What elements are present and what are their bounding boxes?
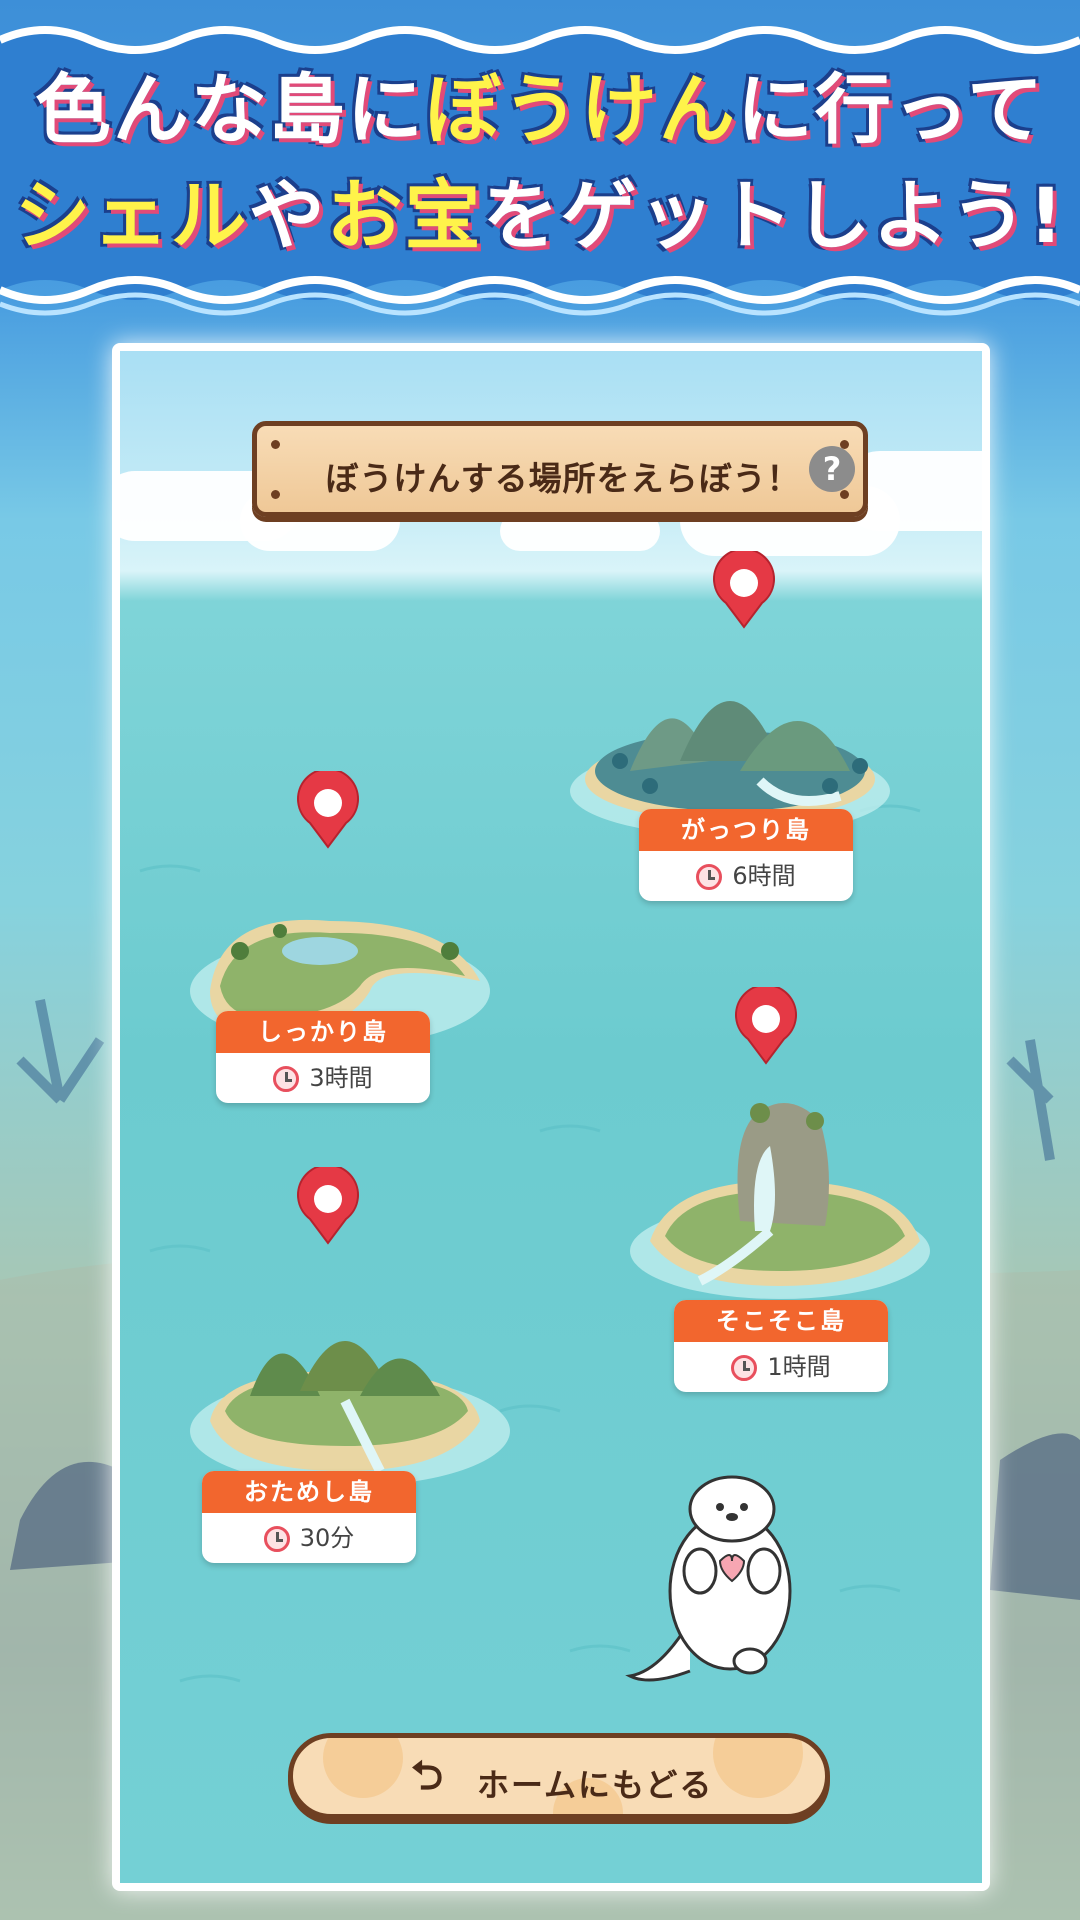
clock-icon xyxy=(696,864,723,890)
home-button-label: ホームにもどる xyxy=(477,1766,714,1804)
duration-text: 3時間 xyxy=(309,1064,373,1092)
island-duration: 3時間 xyxy=(216,1053,430,1103)
nail xyxy=(271,440,280,449)
clock-icon xyxy=(731,1355,758,1381)
otter-mascot-icon xyxy=(625,1475,792,1682)
island-name: そこそこ島 xyxy=(674,1300,888,1342)
island-card-otameshi[interactable]: おためし島 30分 xyxy=(202,1471,416,1563)
decor-dot xyxy=(323,1738,403,1798)
island-duration: 6時間 xyxy=(639,851,853,901)
decor-dot xyxy=(713,1738,803,1798)
map-pin-icon[interactable] xyxy=(296,1167,360,1245)
island-duration: 1時間 xyxy=(674,1342,888,1392)
nail xyxy=(271,490,280,499)
map-pin-icon[interactable] xyxy=(296,771,360,849)
map-pin-icon[interactable] xyxy=(712,551,776,629)
clock-icon xyxy=(273,1066,300,1092)
game-screenshot-frame: ぼうけんする場所をえらぼう！ ? がっつり島 6時間 しっかり島 3時間 そこそ… xyxy=(112,343,990,1891)
duration-text: 30分 xyxy=(299,1524,355,1552)
island-sokosoko[interactable] xyxy=(620,1051,940,1311)
duration-text: 1時間 xyxy=(767,1353,831,1381)
map-screen: ぼうけんする場所をえらぼう！ ? がっつり島 6時間 しっかり島 3時間 そこそ… xyxy=(120,351,982,1883)
island-card-sokosoko[interactable]: そこそこ島 1時間 xyxy=(674,1300,888,1392)
island-card-shikkari[interactable]: しっかり島 3時間 xyxy=(216,1011,430,1103)
home-button[interactable]: ⮌ ホームにもどる xyxy=(288,1733,830,1819)
nail xyxy=(840,490,849,499)
return-arrow-icon: ⮌ xyxy=(411,1753,444,1799)
island-name: おためし島 xyxy=(202,1471,416,1513)
island-duration: 30分 xyxy=(202,1513,416,1563)
island-otameshi[interactable] xyxy=(180,1231,520,1491)
island-name: しっかり島 xyxy=(216,1011,430,1053)
clock-icon xyxy=(263,1526,290,1552)
title-board: ぼうけんする場所をえらぼう！ ? xyxy=(252,421,868,517)
help-button[interactable]: ? xyxy=(809,446,855,492)
page-title: ぼうけんする場所をえらぼう！ xyxy=(325,459,801,498)
map-pin-icon[interactable] xyxy=(734,987,798,1065)
island-card-gattsuri[interactable]: がっつり島 6時間 xyxy=(639,809,853,901)
island-name: がっつり島 xyxy=(639,809,853,851)
duration-text: 6時間 xyxy=(732,862,796,890)
